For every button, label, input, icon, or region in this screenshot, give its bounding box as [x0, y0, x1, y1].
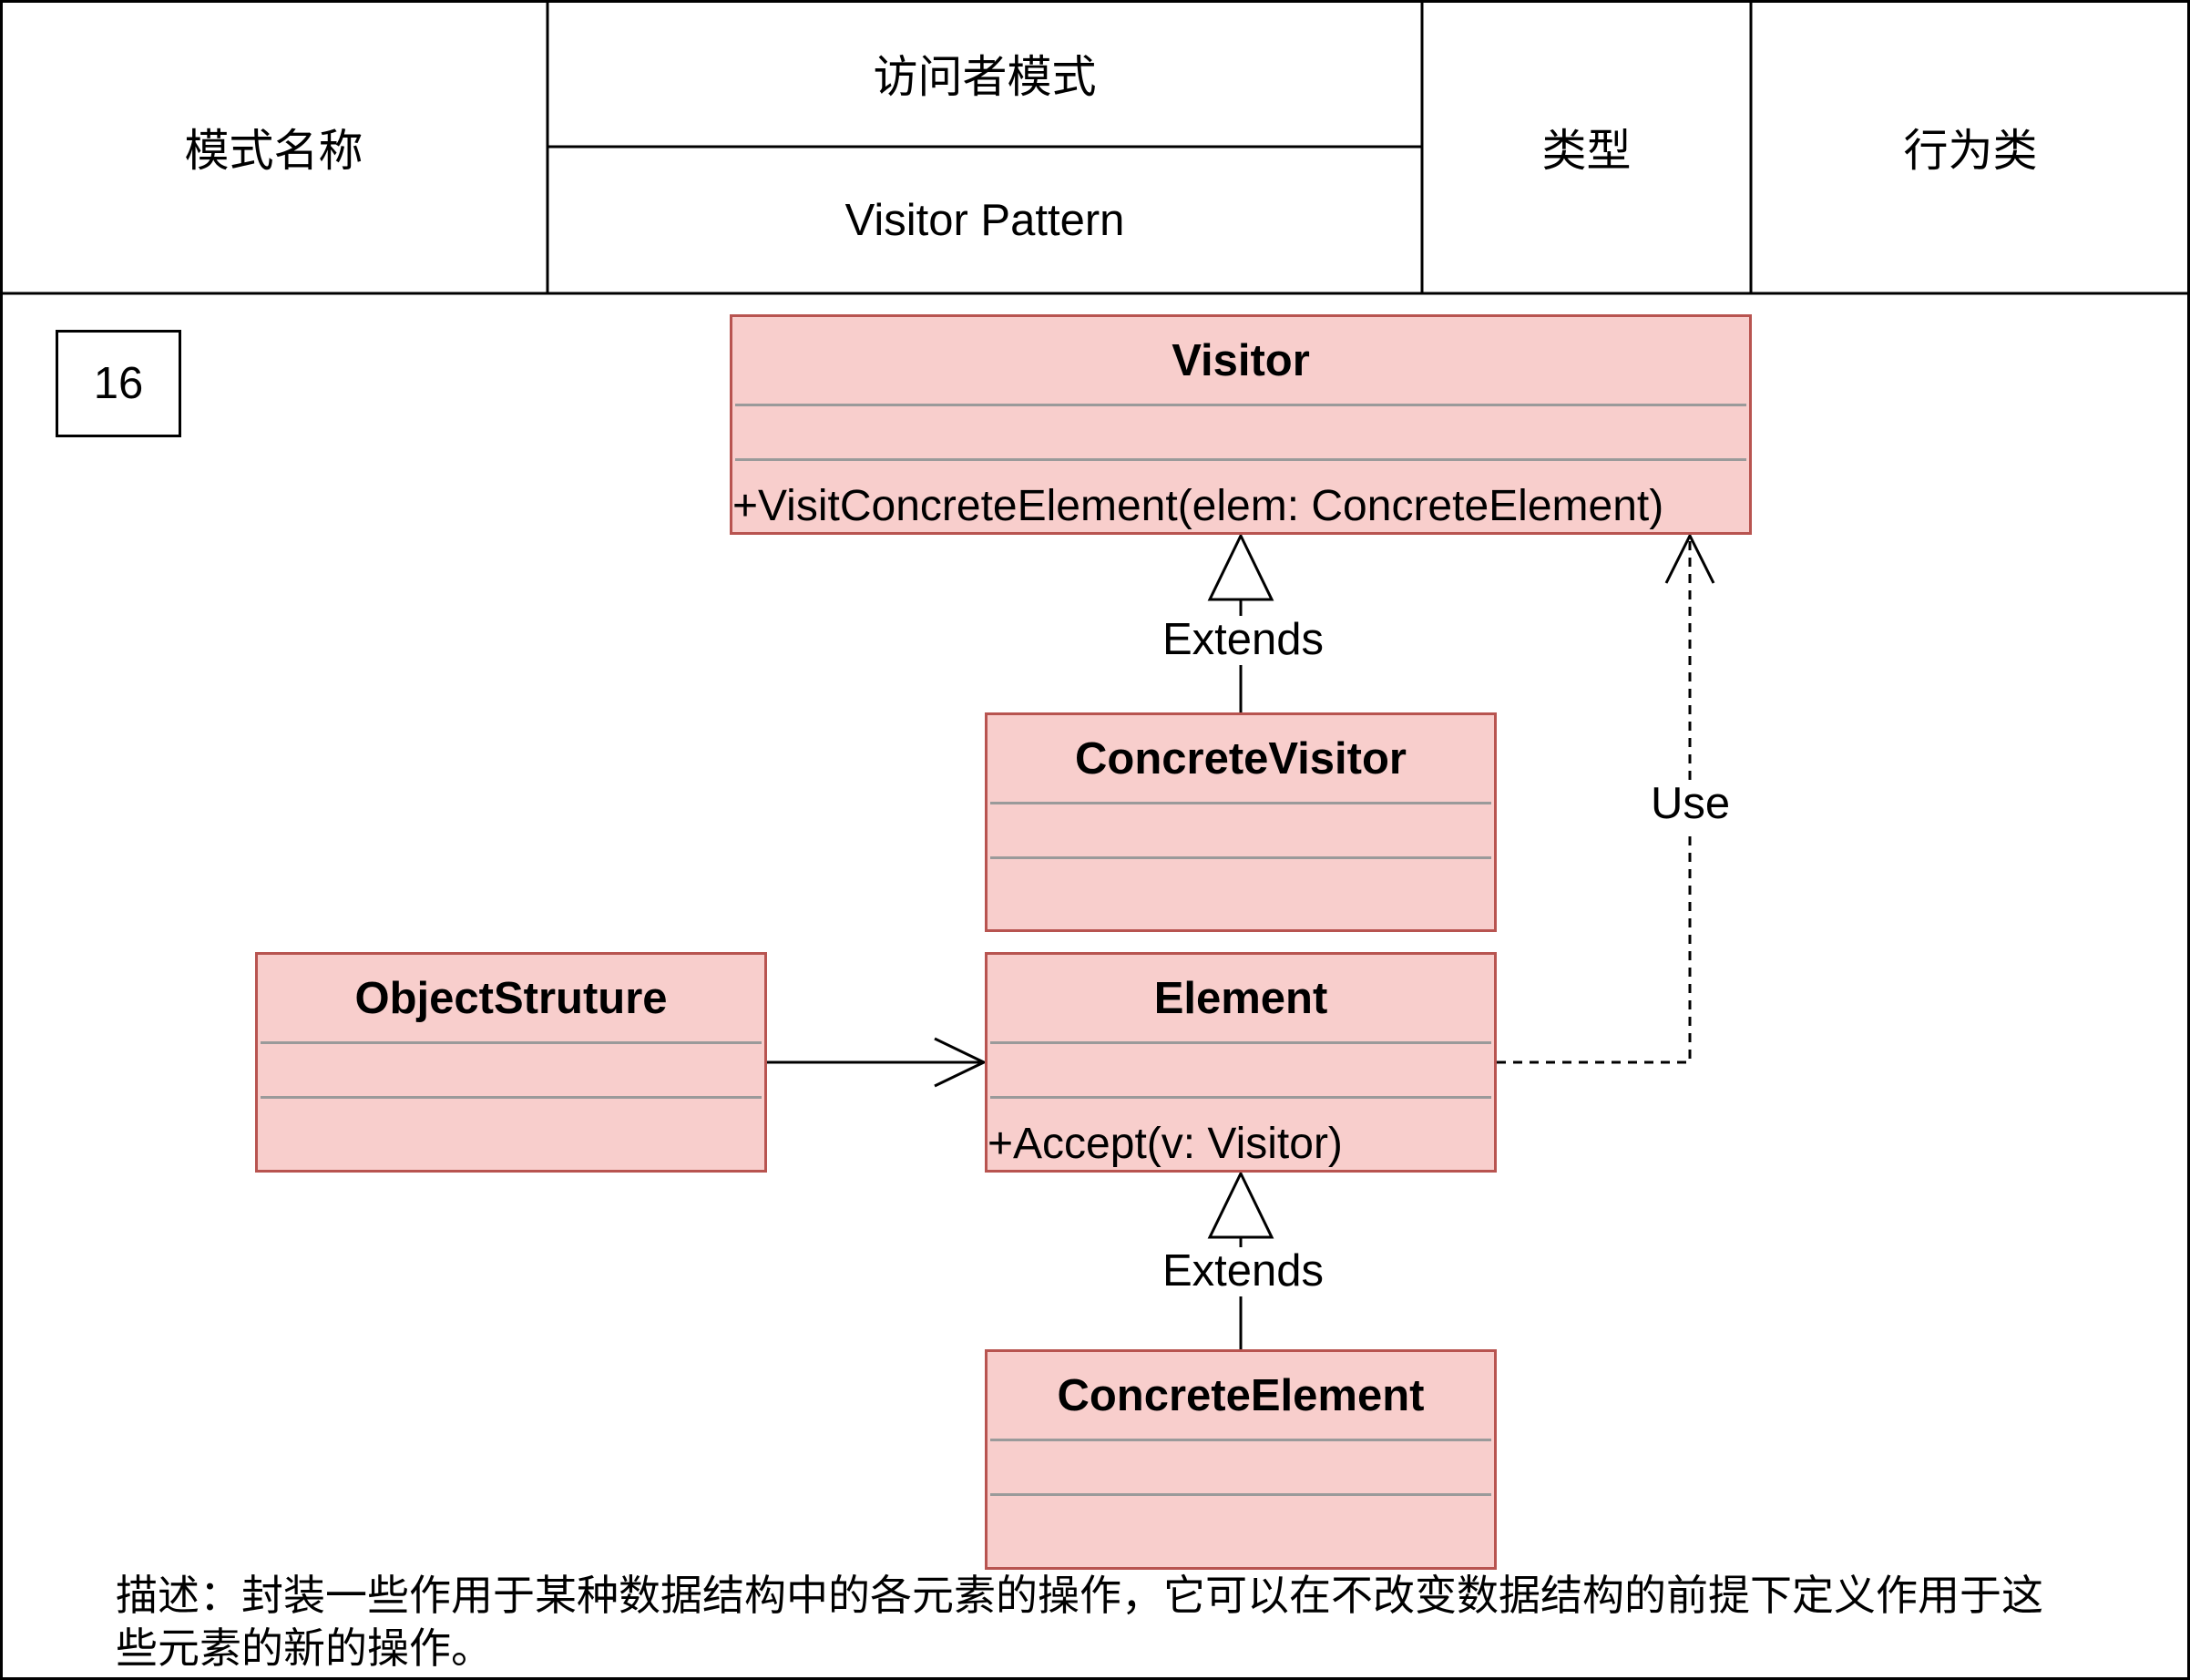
pattern-description: 描述：封装一些作用于某种数据结构中的各元素的操作，它可以在不改变数据结构的前提下… — [116, 1571, 2043, 1673]
class-element[interactable]: Element +Accept(v: Visitor) — [985, 952, 1497, 1173]
class-divider — [735, 404, 1746, 406]
class-concrete-element[interactable]: ConcreteElement — [985, 1349, 1497, 1570]
class-concrete-visitor-name: ConcreteVisitor — [1075, 733, 1407, 784]
class-divider — [261, 1041, 762, 1044]
class-divider — [261, 1096, 762, 1099]
class-element-operation: +Accept(v: Visitor) — [988, 1120, 1343, 1168]
class-visitor-operation: +VisitConcreteElement(elem: ConcreteElem… — [732, 482, 1664, 530]
class-divider — [990, 802, 1491, 804]
extends-label-visitor: Extends — [1159, 615, 1328, 665]
class-object-structure-name: ObjectStruture — [354, 973, 668, 1023]
class-visitor-name: Visitor — [1172, 335, 1310, 385]
extends-label-element: Extends — [1159, 1246, 1328, 1296]
class-object-structure[interactable]: ObjectStruture — [255, 952, 767, 1173]
class-divider — [990, 1041, 1491, 1044]
class-element-name: Element — [1153, 973, 1328, 1023]
class-divider — [990, 1096, 1491, 1099]
class-divider — [990, 1493, 1491, 1496]
class-concrete-element-name: ConcreteElement — [1057, 1370, 1425, 1420]
class-divider — [990, 856, 1491, 859]
use-label: Use — [1647, 779, 1735, 829]
class-visitor[interactable]: Visitor +VisitConcreteElement(elem: Conc… — [730, 314, 1752, 535]
class-divider — [990, 1439, 1491, 1441]
class-divider — [735, 458, 1746, 461]
class-concrete-visitor[interactable]: ConcreteVisitor — [985, 712, 1497, 932]
